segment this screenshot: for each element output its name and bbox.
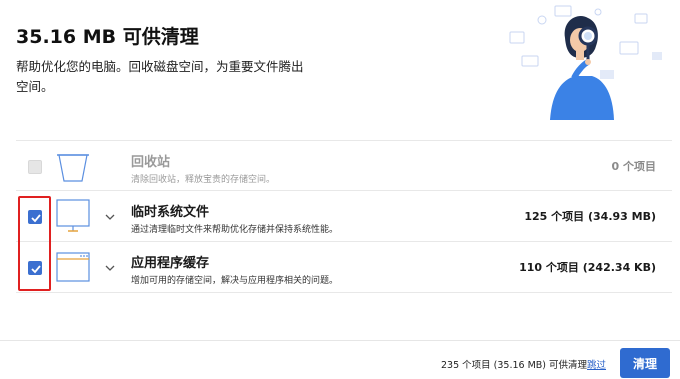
- list-item-recycle-bin: 回收站 清除回收站，释放宝贵的存储空间。 0 个项目: [16, 140, 672, 191]
- checkbox-highlight-box: [18, 196, 51, 291]
- skip-link[interactable]: 跳过: [587, 357, 606, 371]
- footer-bar: 235 个项目 (35.16 MB) 可供清理 跳过 清理: [0, 340, 680, 379]
- chevron-down-icon[interactable]: [104, 211, 116, 223]
- clean-button[interactable]: 清理: [620, 348, 670, 378]
- list-item-count: 110 个项目 (242.34 KB): [519, 261, 656, 274]
- list-item-app-cache: 应用程序缓存 增加可用的存储空间，解决与应用程序相关的问题。 110 个项目 (…: [16, 242, 672, 293]
- chevron-down-icon[interactable]: [104, 262, 116, 274]
- person-with-magnifier-illustration: [509, 5, 662, 120]
- monitor-icon: [56, 199, 90, 232]
- header: 35.16 MB 可供清理 帮助优化您的电脑。回收磁盘空间，为重要文件腾出空间。: [0, 0, 680, 140]
- page-title: 35.16 MB 可供清理: [16, 26, 199, 48]
- list-item-temp-files: 临时系统文件 通过清理临时文件来帮助优化存储并保持系统性能。 125 个项目 (…: [16, 191, 672, 242]
- list-item-description: 清除回收站，释放宝贵的存储空间。: [131, 175, 276, 185]
- list-item-count: 0 个项目: [611, 160, 656, 173]
- list-item-title: 应用程序缓存: [131, 256, 210, 271]
- recycle-bin-icon: [57, 154, 89, 182]
- list-item-description: 通过清理临时文件来帮助优化存储并保持系统性能。: [131, 225, 339, 235]
- app-window-icon: [56, 252, 90, 282]
- list-item-description: 增加可用的存储空间，解决与应用程序相关的问题。: [131, 276, 339, 286]
- list-item-count: 125 个项目 (34.93 MB): [524, 210, 656, 223]
- list-item-title: 回收站: [131, 155, 171, 170]
- recycle-bin-checkbox[interactable]: [28, 160, 42, 174]
- page-description: 帮助优化您的电脑。回收磁盘空间，为重要文件腾出空间。: [16, 59, 304, 94]
- list-item-title: 临时系统文件: [131, 205, 210, 220]
- cleanup-items-list: 回收站 清除回收站，释放宝贵的存储空间。 0 个项目 临时系统文件 通过清理临时…: [16, 140, 672, 293]
- cleanup-summary: 235 个项目 (35.16 MB) 可供清理: [441, 360, 588, 371]
